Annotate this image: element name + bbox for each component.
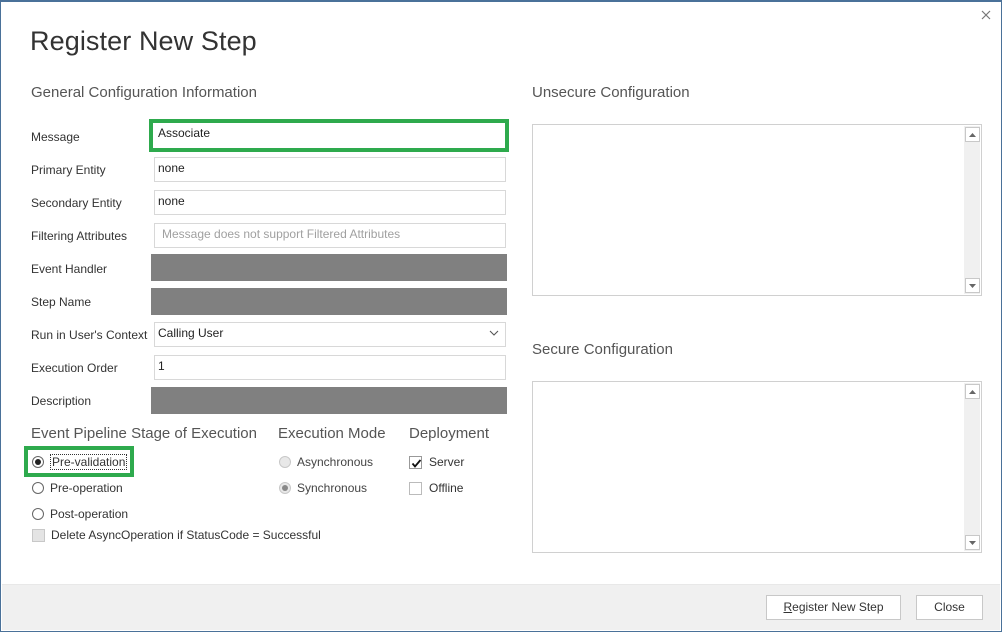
message-label: Message bbox=[31, 130, 80, 144]
radio-label: Post-operation bbox=[50, 507, 129, 521]
message-field[interactable]: Associate bbox=[149, 119, 509, 152]
filtering-attributes-label: Filtering Attributes bbox=[31, 229, 128, 243]
unsecure-config-textarea[interactable] bbox=[532, 124, 982, 296]
secondary-entity-value: none bbox=[158, 194, 185, 208]
general-config-heading: General Configuration Information bbox=[31, 84, 257, 101]
scroll-up-button[interactable] bbox=[965, 127, 980, 142]
checkbox-box[interactable] bbox=[409, 455, 422, 469]
radio-pre-operation[interactable]: Pre-operation bbox=[32, 481, 123, 495]
register-new-step-button[interactable]: Register New Step bbox=[766, 595, 901, 620]
scroll-down-button[interactable] bbox=[965, 535, 980, 550]
run-in-context-label: Run in User's Context bbox=[31, 328, 148, 342]
run-in-context-value: Calling User bbox=[158, 326, 224, 340]
radio-pre-validation[interactable]: Pre-validation bbox=[32, 454, 128, 470]
run-in-context-select[interactable]: Calling User bbox=[154, 322, 506, 347]
filtering-attributes-placeholder: Message does not support Filtered Attrib… bbox=[162, 227, 401, 241]
radio-button[interactable] bbox=[32, 508, 44, 520]
secure-config-heading: Secure Configuration bbox=[532, 341, 673, 358]
checkbox-box[interactable] bbox=[409, 481, 422, 495]
execution-order-value: 1 bbox=[158, 359, 165, 373]
filtering-attributes-field[interactable]: Message does not support Filtered Attrib… bbox=[154, 223, 506, 248]
checkbox-label: Server bbox=[429, 455, 465, 469]
radio-asynchronous[interactable]: Asynchronous bbox=[279, 455, 373, 469]
radio-synchronous[interactable]: Synchronous bbox=[279, 481, 367, 495]
step-name-label: Step Name bbox=[31, 295, 92, 309]
radio-label: Pre-operation bbox=[50, 481, 123, 495]
execution-order-field[interactable]: 1 bbox=[154, 355, 506, 380]
execution-order-label: Execution Order bbox=[31, 361, 118, 375]
button-label: egister New Step bbox=[792, 600, 884, 614]
event-handler-label: Event Handler bbox=[31, 262, 108, 276]
radio-label: Asynchronous bbox=[297, 455, 374, 469]
radio-button[interactable] bbox=[279, 482, 291, 494]
deployment-heading: Deployment bbox=[409, 425, 490, 442]
secondary-entity-label: Secondary Entity bbox=[31, 196, 122, 210]
pipeline-stage-heading: Event Pipeline Stage of Execution bbox=[31, 425, 257, 442]
radio-label: Synchronous bbox=[297, 481, 368, 495]
unsecure-config-heading: Unsecure Configuration bbox=[532, 84, 690, 101]
radio-button[interactable] bbox=[279, 456, 291, 468]
secure-config-textarea[interactable] bbox=[532, 381, 982, 553]
arrow-down-icon bbox=[969, 283, 976, 288]
event-handler-field[interactable] bbox=[151, 254, 507, 281]
arrow-up-icon bbox=[969, 132, 976, 137]
chevron-down-icon bbox=[489, 328, 499, 338]
primary-entity-label: Primary Entity bbox=[31, 163, 106, 177]
step-name-field[interactable] bbox=[151, 288, 507, 315]
close-button[interactable]: Close bbox=[916, 595, 983, 620]
accelerator-key: R bbox=[783, 600, 793, 614]
dialog-footer: Register New Step Close bbox=[2, 584, 1000, 630]
arrow-up-icon bbox=[969, 389, 976, 394]
checkbox-label: Offline bbox=[429, 481, 464, 495]
execution-mode-heading: Execution Mode bbox=[278, 425, 386, 442]
arrow-down-icon bbox=[969, 540, 976, 545]
message-value: Associate bbox=[158, 126, 211, 140]
scrollbar[interactable] bbox=[964, 126, 980, 294]
radio-label: Pre-validation bbox=[50, 454, 128, 470]
description-label: Description bbox=[31, 394, 92, 408]
scroll-down-button[interactable] bbox=[965, 278, 980, 293]
checkmark-icon bbox=[411, 458, 422, 468]
radio-button[interactable] bbox=[32, 456, 44, 468]
checkbox-label: Delete AsyncOperation if StatusCode = Su… bbox=[51, 528, 321, 542]
radio-button[interactable] bbox=[32, 482, 44, 494]
dialog-title: Register New Step bbox=[30, 26, 257, 56]
primary-entity-field[interactable]: none bbox=[154, 157, 506, 182]
scroll-up-button[interactable] bbox=[965, 384, 980, 399]
secondary-entity-field[interactable]: none bbox=[154, 190, 506, 215]
delete-async-checkbox[interactable]: Delete AsyncOperation if StatusCode = Su… bbox=[32, 528, 321, 542]
primary-entity-value: none bbox=[158, 161, 185, 175]
register-step-dialog: Register New Step General Configuration … bbox=[0, 0, 1002, 632]
checkbox-box[interactable] bbox=[32, 528, 45, 542]
radio-post-operation[interactable]: Post-operation bbox=[32, 507, 128, 521]
checkbox-server[interactable]: Server bbox=[409, 455, 464, 469]
description-field[interactable] bbox=[151, 387, 507, 414]
close-icon[interactable] bbox=[979, 8, 993, 22]
checkbox-offline[interactable]: Offline bbox=[409, 481, 463, 495]
scrollbar[interactable] bbox=[964, 383, 980, 551]
